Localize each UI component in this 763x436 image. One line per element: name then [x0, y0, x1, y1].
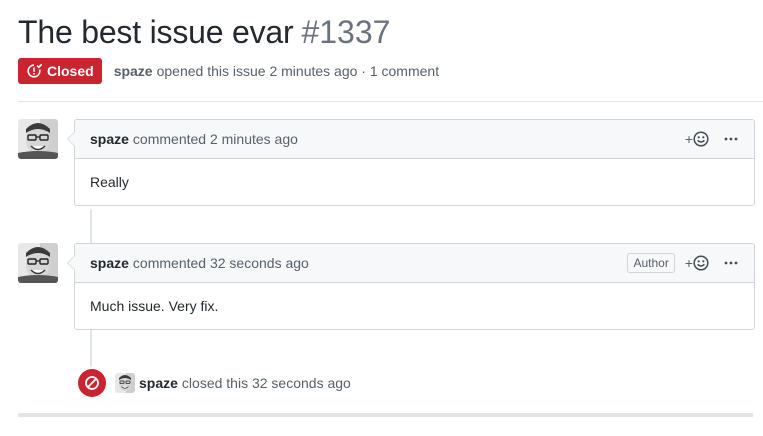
issue-meta: Closed spaze opened this issue 2 minutes…: [18, 58, 439, 84]
header-divider: [18, 101, 763, 102]
event-text: closed this 32 seconds ago: [181, 375, 351, 391]
smiley-icon: [693, 255, 709, 271]
comment-header: spaze commented 32 seconds ago Author +: [75, 244, 754, 283]
issue-title-row: The best issue evar #1337: [18, 14, 390, 51]
comment-timestamp[interactable]: commented 2 minutes ago: [133, 131, 298, 147]
state-badge: Closed: [18, 58, 102, 84]
circle-slash-icon: [85, 376, 99, 390]
add-reaction-button[interactable]: +: [685, 255, 709, 271]
comment-2: spaze commented 32 seconds ago Author + …: [67, 243, 755, 330]
avatar-image: [115, 373, 135, 393]
add-reaction-button[interactable]: +: [685, 131, 709, 147]
event-author-link[interactable]: spaze: [139, 375, 178, 391]
issue-author-link[interactable]: spaze: [114, 63, 153, 79]
kebab-horizontal-icon[interactable]: [723, 255, 739, 271]
comment-timestamp[interactable]: commented 32 seconds ago: [133, 255, 309, 271]
issue-number: #1337: [301, 14, 391, 50]
comment-1: spaze commented 2 minutes ago + Really: [67, 119, 755, 206]
closed-event-badge: [78, 369, 106, 397]
timeline-end-bar: [18, 413, 753, 417]
issue-meta-text: opened this issue 2 minutes ago · 1 comm…: [156, 63, 440, 79]
author-label-badge: Author: [627, 253, 675, 273]
state-label: Closed: [47, 63, 94, 79]
avatar-image: [18, 119, 58, 159]
avatar[interactable]: [18, 243, 58, 283]
comment-author-link[interactable]: spaze: [90, 131, 129, 147]
kebab-horizontal-icon[interactable]: [723, 131, 739, 147]
issue-closed-icon: [26, 63, 42, 79]
comment-author-link[interactable]: spaze: [90, 255, 129, 271]
comment-body: Really: [90, 174, 129, 190]
comment-header: spaze commented 2 minutes ago +: [75, 120, 754, 159]
avatar[interactable]: [115, 373, 135, 393]
avatar[interactable]: [18, 119, 58, 159]
avatar-image: [18, 243, 58, 283]
comment-body: Much issue. Very fix.: [90, 298, 219, 314]
smiley-icon: [693, 131, 709, 147]
issue-title: The best issue evar: [18, 14, 294, 50]
close-event: spaze closed this 32 seconds ago: [78, 369, 351, 397]
